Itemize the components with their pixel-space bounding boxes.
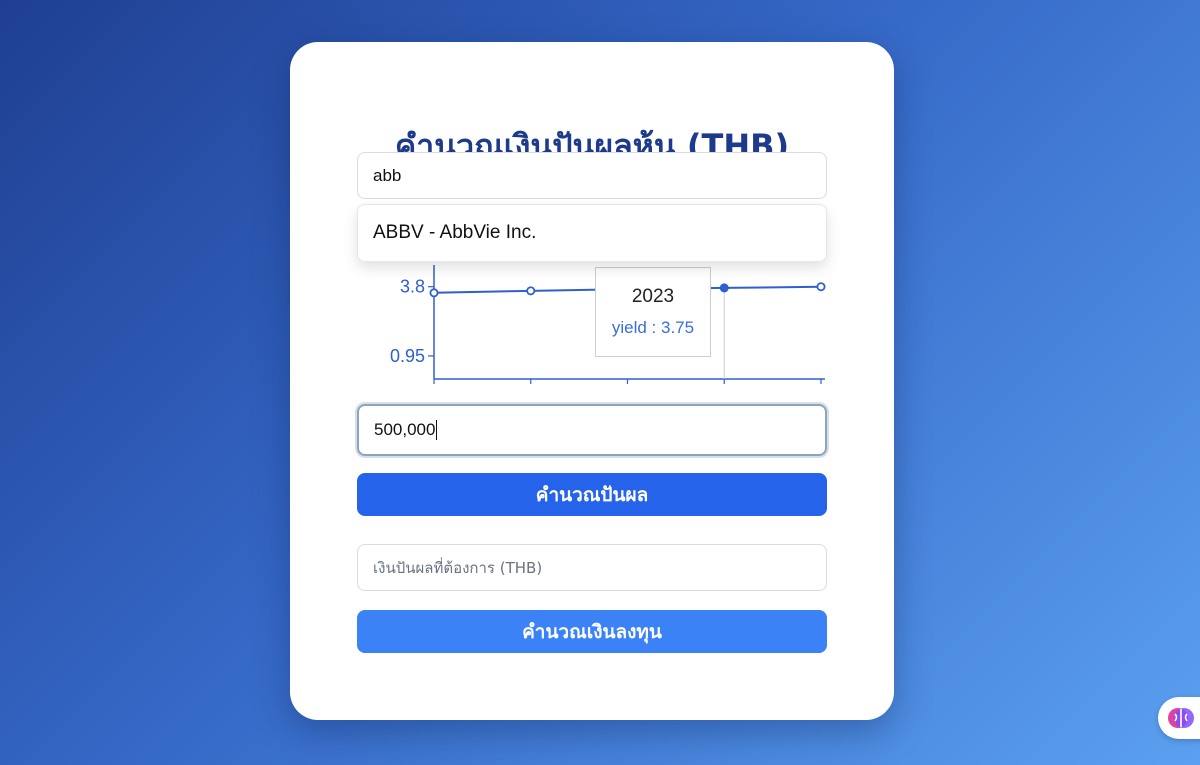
y-tick-label-0: 0.95 bbox=[390, 346, 425, 366]
search-value: abb bbox=[373, 165, 402, 185]
target-dividend-input[interactable]: เงินปันผลที่ต้องการ (THB) bbox=[357, 544, 827, 591]
target-placeholder: เงินปันผลที่ต้องการ (THB) bbox=[373, 558, 543, 577]
chart-tooltip: 2023 yield : 3.75 bbox=[595, 267, 711, 357]
amount-value: 500,000 bbox=[374, 420, 436, 439]
data-point-4 bbox=[816, 282, 826, 292]
text-caret bbox=[436, 420, 438, 440]
data-point-3 bbox=[719, 283, 729, 293]
y-tick-label-1: 3.8 bbox=[400, 277, 425, 297]
suggestion-item[interactable]: ABBV - AbbVie Inc. bbox=[357, 204, 827, 262]
calculator-card: คำนวณเงินปันผลหุ้น (THB) abb ABBV - AbbV… bbox=[290, 42, 894, 720]
tooltip-year: 2023 bbox=[631, 286, 675, 307]
assistant-button[interactable] bbox=[1158, 697, 1200, 739]
stock-search-input[interactable]: abb bbox=[357, 152, 827, 199]
suggestion-label: ABBV - AbbVie Inc. bbox=[373, 222, 537, 243]
data-point-0 bbox=[429, 288, 439, 298]
brain-icon bbox=[1168, 708, 1194, 728]
calculate-investment-button[interactable]: คำนวณเงินลงทุน bbox=[357, 610, 827, 653]
data-point-1 bbox=[526, 286, 536, 296]
calculate-dividend-button[interactable]: คำนวณปันผล bbox=[357, 473, 827, 516]
investment-amount-input[interactable]: 500,000 bbox=[357, 404, 827, 456]
tooltip-yield: yield : 3.75 bbox=[611, 318, 695, 337]
